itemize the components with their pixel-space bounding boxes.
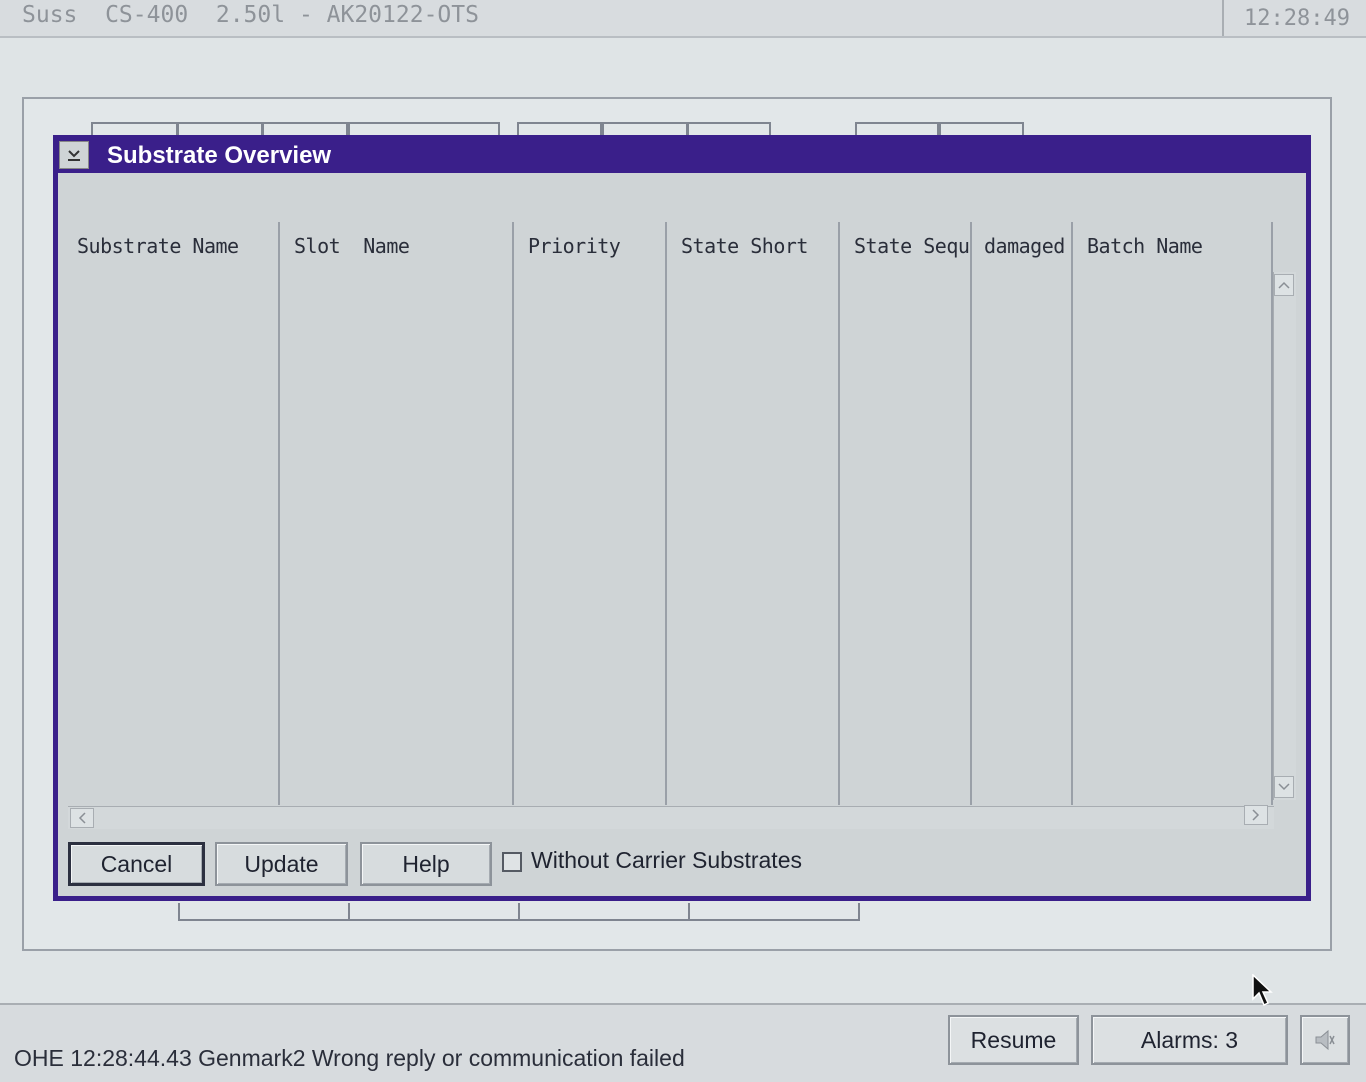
chevron-right-icon bbox=[1252, 809, 1260, 821]
column-state-sequ[interactable]: State Sequ bbox=[840, 222, 972, 805]
column-header[interactable]: Batch Name bbox=[1087, 234, 1203, 258]
column-substrate-name[interactable]: Substrate Name bbox=[63, 222, 280, 805]
column-header[interactable]: Slot Name bbox=[294, 234, 410, 258]
app-title: Suss CS-400 2.50l - AK20122-OTS bbox=[22, 2, 479, 28]
system-menu-button[interactable] bbox=[59, 141, 89, 169]
column-header[interactable]: State Sequ bbox=[854, 234, 970, 258]
scroll-up-button[interactable] bbox=[1274, 274, 1294, 296]
title-divider bbox=[1222, 0, 1224, 36]
clock: 12:28:49 bbox=[1244, 6, 1350, 31]
update-button[interactable]: Update bbox=[215, 842, 348, 886]
chevron-up-icon bbox=[1278, 281, 1290, 289]
scroll-right-button[interactable] bbox=[1244, 805, 1268, 825]
mouse-cursor-icon bbox=[1252, 974, 1273, 1007]
column-state-short[interactable]: State Short bbox=[667, 222, 840, 805]
minimize-icon bbox=[68, 150, 80, 161]
cancel-button[interactable]: Cancel bbox=[68, 842, 205, 886]
without-carrier-substrates-checkbox[interactable] bbox=[502, 852, 522, 872]
background-tab bbox=[688, 903, 860, 921]
column-priority[interactable]: Priority bbox=[514, 222, 667, 805]
scroll-down-button[interactable] bbox=[1274, 776, 1294, 798]
vertical-scrollbar[interactable] bbox=[1273, 272, 1296, 800]
chevron-left-icon bbox=[78, 812, 86, 824]
scroll-left-button[interactable] bbox=[70, 808, 94, 828]
resume-button[interactable]: Resume bbox=[948, 1015, 1079, 1065]
column-batch-name[interactable]: Batch Name bbox=[1073, 222, 1273, 805]
column-header[interactable]: Priority bbox=[528, 234, 621, 258]
chevron-down-icon bbox=[1278, 783, 1290, 791]
speaker-mute-icon bbox=[1315, 1029, 1335, 1051]
background-tab bbox=[178, 903, 352, 921]
column-header[interactable]: State Short bbox=[681, 234, 808, 258]
status-message: OHE 12:28:44.43 Genmark2 Wrong reply or … bbox=[14, 1045, 685, 1071]
substrate-table[interactable]: Substrate Name Slot Name Priority State … bbox=[63, 222, 1273, 805]
background-tab bbox=[348, 903, 522, 921]
column-damaged[interactable]: damaged bbox=[972, 222, 1073, 805]
dialog-title: Substrate Overview bbox=[107, 142, 332, 169]
alarms-button[interactable]: Alarms: 3 bbox=[1091, 1015, 1288, 1065]
column-header[interactable]: damaged bbox=[984, 234, 1065, 258]
column-header[interactable]: Substrate Name bbox=[77, 234, 239, 258]
column-slot-name[interactable]: Slot Name bbox=[280, 222, 514, 805]
mute-button[interactable] bbox=[1300, 1015, 1350, 1065]
background-tab bbox=[518, 903, 692, 921]
without-carrier-substrates-label[interactable]: Without Carrier Substrates bbox=[531, 847, 802, 874]
top-title-bar: Suss CS-400 2.50l - AK20122-OTS 12:28:49 bbox=[0, 0, 1366, 38]
horizontal-scrollbar[interactable] bbox=[68, 805, 1274, 829]
help-button[interactable]: Help bbox=[360, 842, 492, 886]
